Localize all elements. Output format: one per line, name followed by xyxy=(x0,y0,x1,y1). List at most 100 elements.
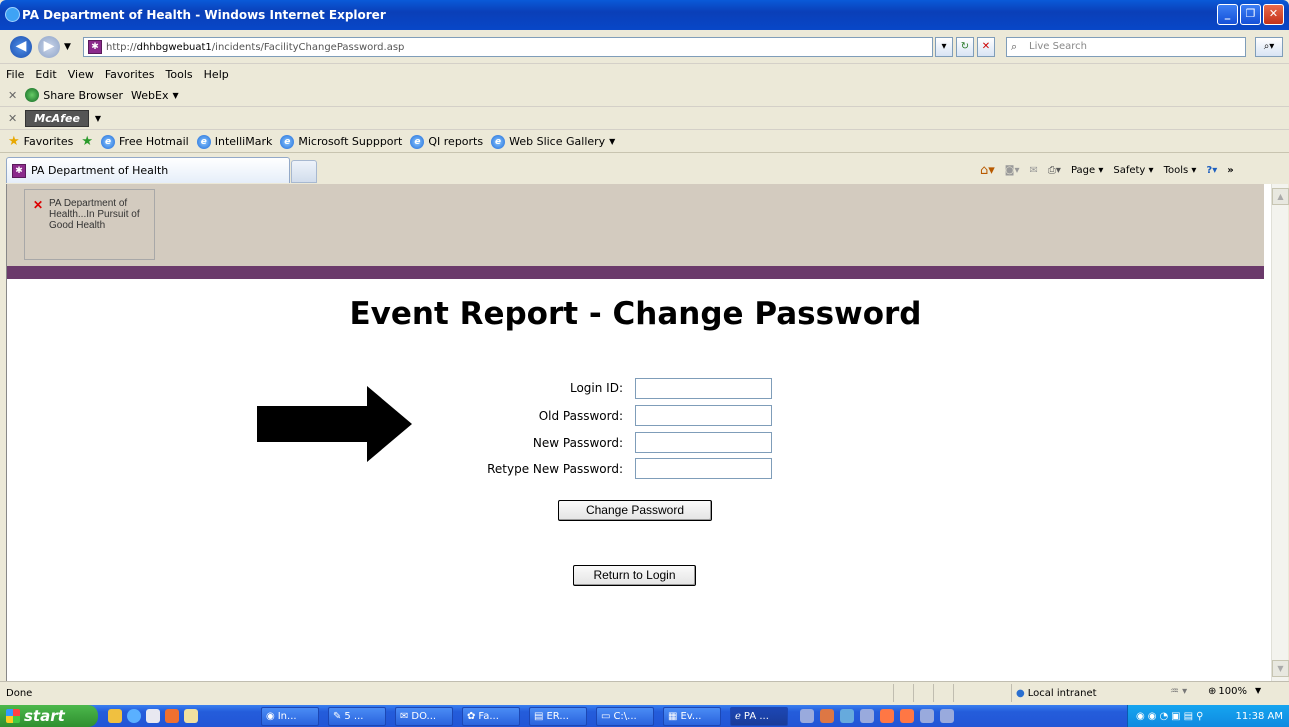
taskbar-item[interactable]: ◉ In... xyxy=(261,707,319,726)
app-icon: ◉ xyxy=(266,711,275,722)
menu-edit[interactable]: Edit xyxy=(35,68,56,81)
refresh-icon[interactable]: ↻ xyxy=(956,37,974,57)
taskbar-group-icon[interactable] xyxy=(920,709,934,723)
mail-icon[interactable]: ✉ xyxy=(1030,165,1038,176)
arrow-pointer-icon xyxy=(257,386,412,462)
menu-favorites[interactable]: Favorites xyxy=(105,68,155,81)
webex-button[interactable]: WebEx xyxy=(131,89,168,102)
windows-flag-icon xyxy=(6,709,20,723)
quicklaunch-icon[interactable] xyxy=(165,709,179,723)
menu-file[interactable]: File xyxy=(6,68,24,81)
webex-dropdown-icon[interactable]: ▼ xyxy=(173,91,179,100)
site-favicon: ✱ xyxy=(12,163,26,178)
vertical-scrollbar[interactable]: ▲ ▼ xyxy=(1271,184,1289,681)
close-button[interactable]: ✕ xyxy=(1263,4,1284,25)
page-menu[interactable]: Page ▾ xyxy=(1071,165,1103,176)
taskbar-item-active[interactable]: ℯ PA ... xyxy=(730,707,788,726)
feeds-icon[interactable]: ◙▾ xyxy=(1005,165,1020,176)
home-icon[interactable]: ⌂▾ xyxy=(980,163,995,178)
zoom-control[interactable]: ⊕ 100% ▼ xyxy=(1208,686,1261,697)
taskbar-item[interactable]: ✿ Fa... xyxy=(462,707,520,726)
favorites-label: Favorites xyxy=(23,135,74,148)
new-password-field[interactable] xyxy=(635,432,772,453)
address-path: /incidents/FacilityChangePassword.asp xyxy=(211,41,405,53)
scroll-down-button[interactable]: ▼ xyxy=(1272,660,1289,677)
retype-password-field[interactable] xyxy=(635,458,772,479)
new-password-label: New Password: xyxy=(532,436,623,450)
taskbar-item-label: 5 ... xyxy=(344,711,364,722)
taskbar-group-icon[interactable] xyxy=(800,709,814,723)
ie-page-icon: e xyxy=(410,134,425,149)
favorite-label: QI reports xyxy=(428,135,484,148)
return-to-login-button[interactable]: Return to Login xyxy=(573,565,696,586)
old-password-field[interactable] xyxy=(635,405,772,426)
menu-help[interactable]: Help xyxy=(204,68,229,81)
favorite-label: IntelliMark xyxy=(214,135,273,148)
login-id-field[interactable] xyxy=(635,378,772,399)
favorite-link[interactable]: e Free Hotmail xyxy=(101,134,189,149)
history-dropdown-icon[interactable]: ▼ xyxy=(64,42,71,52)
quicklaunch-icon[interactable] xyxy=(108,709,122,723)
search-go-button[interactable]: ⌕▾ xyxy=(1255,37,1283,57)
stop-icon[interactable]: ✕ xyxy=(977,37,995,57)
favorites-bar: ★ Favorites ★ e Free Hotmail e IntelliMark … xyxy=(0,131,1289,153)
taskbar-item[interactable]: ✎ 5 ... xyxy=(328,707,386,726)
tab-pa-health[interactable]: ✱ PA Department of Health xyxy=(6,157,290,183)
mcafee-button[interactable]: McAfee xyxy=(25,109,89,127)
menu-view[interactable]: View xyxy=(68,68,94,81)
menu-tools[interactable]: Tools xyxy=(166,68,193,81)
system-tray: ◉◉◔▣▤⚲ 11:38 AM xyxy=(1127,705,1289,727)
window-titlebar[interactable]: PA Department of Health - Windows Intern… xyxy=(0,0,1289,30)
toolbar-close-icon[interactable]: ✕ xyxy=(8,89,17,102)
address-dropdown-button[interactable]: ▾ xyxy=(935,37,953,57)
favorites-button[interactable]: ★ Favorites xyxy=(8,134,73,149)
quicklaunch-icon[interactable] xyxy=(146,709,160,723)
status-cell xyxy=(953,684,1011,702)
favorite-link[interactable]: e Microsoft Suppport xyxy=(280,134,402,149)
search-input[interactable]: Live Search xyxy=(1006,37,1246,57)
taskbar-group-icon[interactable] xyxy=(840,709,854,723)
taskbar-item[interactable]: ▭ C:\... xyxy=(596,707,654,726)
forward-button[interactable]: ▶ xyxy=(38,36,60,58)
security-zone[interactable]: ● Local intranet xyxy=(1011,684,1161,702)
add-favorite-icon[interactable]: ★ xyxy=(81,134,93,149)
tools-menu[interactable]: Tools ▾ xyxy=(1164,165,1197,176)
quicklaunch-icon[interactable] xyxy=(127,709,141,723)
overflow-icon[interactable]: » xyxy=(1227,165,1233,176)
globe-icon xyxy=(25,88,40,102)
scroll-up-button[interactable]: ▲ xyxy=(1272,188,1289,205)
mcafee-dropdown-icon[interactable]: ▼ xyxy=(95,114,101,123)
minimize-button[interactable]: _ xyxy=(1217,4,1238,25)
safety-menu[interactable]: Safety ▾ xyxy=(1113,165,1153,176)
taskbar-group-icon[interactable] xyxy=(900,709,914,723)
change-password-button[interactable]: Change Password xyxy=(558,500,712,521)
retype-password-label: Retype New Password: xyxy=(487,462,623,476)
favorite-link[interactable]: e QI reports xyxy=(410,134,484,149)
clock[interactable]: 11:38 AM xyxy=(1236,711,1283,722)
login-id-label: Login ID: xyxy=(569,381,623,395)
tray-icons[interactable]: ◉◉◔▣▤⚲ xyxy=(1128,711,1206,722)
restore-button[interactable]: ❐ xyxy=(1240,4,1261,25)
app-icon: ▦ xyxy=(668,711,678,722)
toolbar-close-icon[interactable]: ✕ xyxy=(8,112,17,125)
taskbar-group-icon[interactable] xyxy=(860,709,874,723)
address-bar[interactable]: http://dhhbgwebuat1/incidents/FacilityCh… xyxy=(83,37,933,57)
new-tab-button[interactable] xyxy=(291,160,317,183)
taskbar-group-icon[interactable] xyxy=(940,709,954,723)
favorite-link[interactable]: e IntelliMark xyxy=(196,134,273,149)
search-placeholder: Live Search xyxy=(1029,41,1087,52)
taskbar-item[interactable]: ✉ DO... xyxy=(395,707,453,726)
quicklaunch-icon[interactable] xyxy=(184,709,198,723)
protected-mode-icon[interactable]: ♒ ▾ xyxy=(1170,686,1187,697)
mcafee-toolbar: ✕ McAfee ▼ xyxy=(0,107,1289,130)
help-icon[interactable]: ?▾ xyxy=(1206,165,1217,176)
taskbar-item-label: Ev... xyxy=(680,711,702,722)
taskbar-group-icon[interactable] xyxy=(820,709,834,723)
favorite-link[interactable]: e Web Slice Gallery ▼ xyxy=(491,134,615,149)
share-browser-button[interactable]: Share Browser xyxy=(43,89,123,102)
taskbar-group-icon[interactable] xyxy=(880,709,894,723)
back-button[interactable]: ◀ xyxy=(10,36,32,58)
print-icon[interactable]: ⎙▾ xyxy=(1048,165,1061,176)
taskbar-item[interactable]: ▦ Ev... xyxy=(663,707,721,726)
taskbar-item[interactable]: ▤ ER... xyxy=(529,707,587,726)
